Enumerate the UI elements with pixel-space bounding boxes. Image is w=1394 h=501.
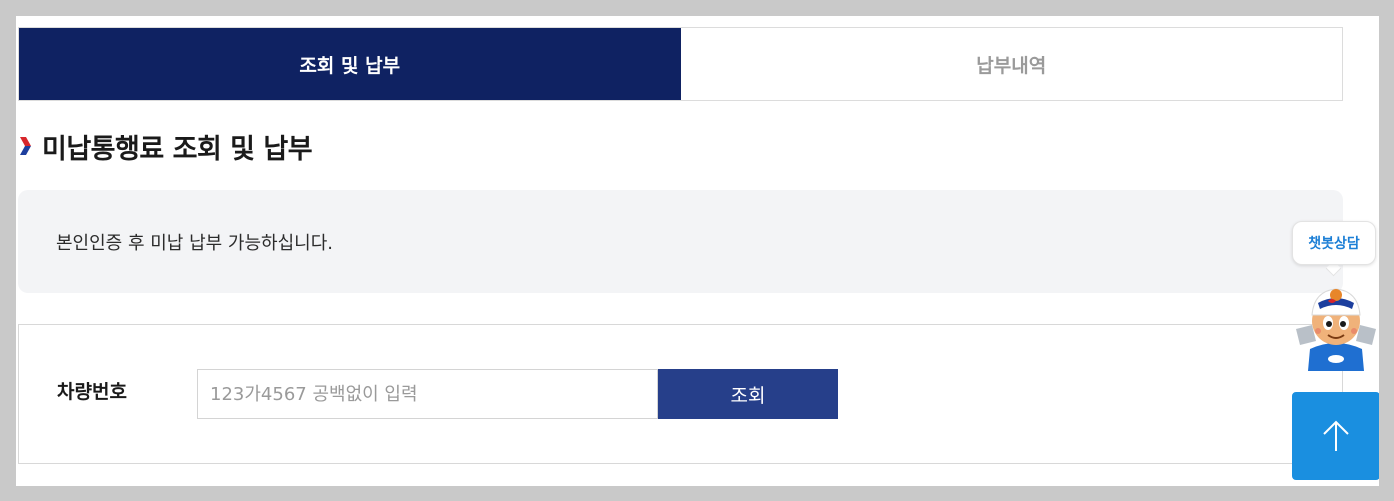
tab-bar: 조회 및 납부 납부내역 (18, 27, 1343, 101)
page-title: 미납통행료 조회 및 납부 (42, 133, 313, 165)
tab-inquiry-payment-label: 조회 및 납부 (299, 54, 401, 77)
info-notice: 본인인증 후 미납 납부 가능하십니다. (18, 190, 1343, 293)
arrow-up-icon (1323, 420, 1349, 451)
info-notice-text: 본인인증 후 미납 납부 가능하십니다. (56, 232, 334, 254)
page-canvas: 조회 및 납부 납부내역 미납통행료 조회 및 납부 본인인증 후 미납 납부 … (16, 16, 1379, 486)
section-heading: 미납통행료 조회 및 납부 (18, 126, 313, 166)
tab-inquiry-payment[interactable]: 조회 및 납부 (19, 28, 681, 100)
tab-payment-history-label: 납부내역 (976, 54, 1047, 77)
plate-search-form: 차량번호 조회 (18, 324, 1343, 464)
search-button[interactable]: 조회 (658, 369, 838, 419)
tab-payment-history[interactable]: 납부내역 (680, 28, 1342, 100)
chatbot-widget[interactable]: 챗봇상담 (1290, 221, 1379, 381)
scroll-top-button[interactable] (1292, 392, 1379, 480)
chatbot-label: 챗봇상담 (1308, 236, 1360, 252)
plate-number-input[interactable] (197, 369, 658, 419)
chatbot-mascot-icon (1296, 288, 1376, 371)
plate-number-label: 차량번호 (57, 381, 127, 403)
chatbot-bubble: 챗봇상담 (1292, 221, 1376, 265)
chevron-right-icon (20, 137, 31, 155)
